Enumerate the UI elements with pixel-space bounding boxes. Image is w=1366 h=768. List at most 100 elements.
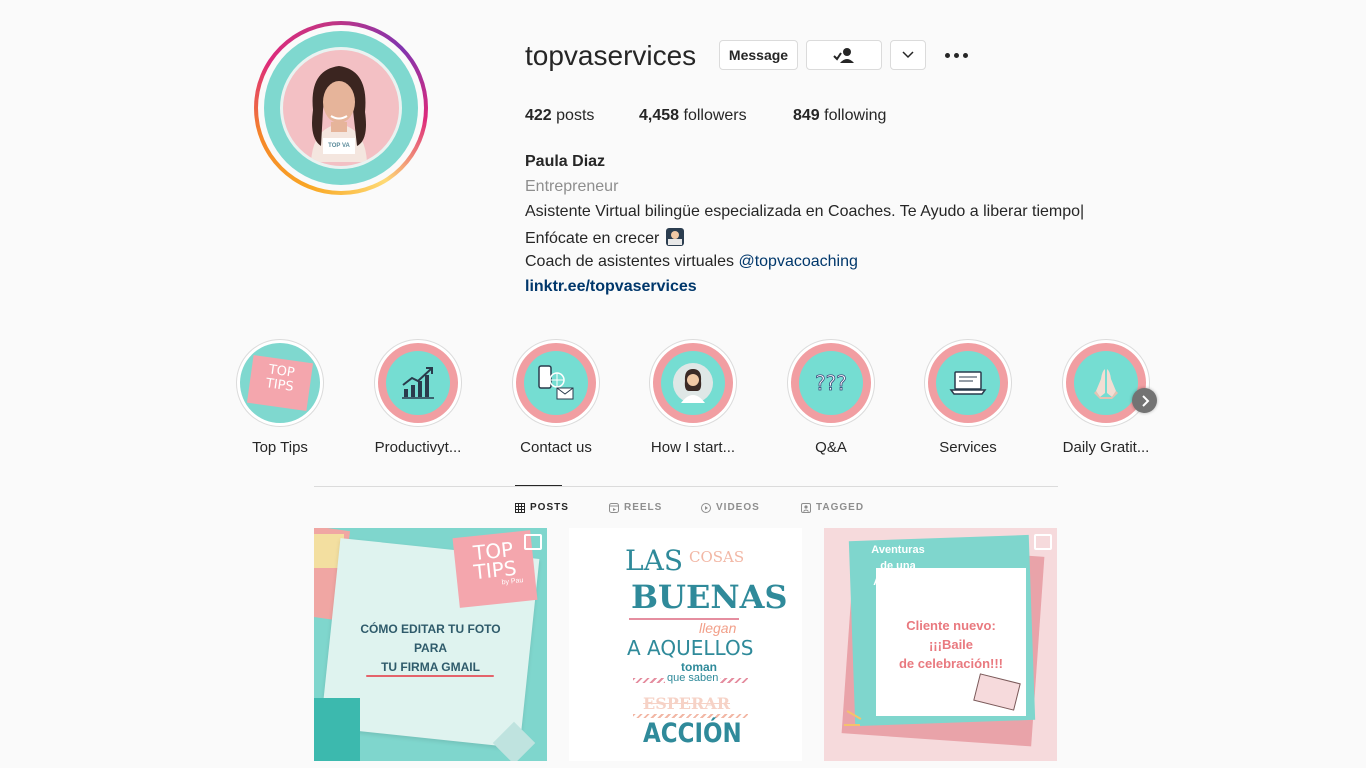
highlight-label: Top Tips: [252, 439, 308, 456]
profile-full-name: Paula Diaz: [525, 153, 606, 170]
post-body-text: Cliente nuevo: ¡¡¡Baile de celebración!!…: [876, 616, 1026, 673]
highlight-ring: [649, 339, 737, 427]
tabs-divider: [314, 486, 1058, 487]
tab-reels[interactable]: REELS: [609, 502, 662, 513]
tab-label: POSTS: [530, 502, 569, 513]
underline-decor: [366, 675, 494, 677]
active-tab-indicator: [515, 485, 562, 486]
following-button[interactable]: [806, 40, 882, 70]
suggested-dropdown-button[interactable]: [890, 40, 926, 70]
tab-tagged[interactable]: TAGGED: [801, 502, 864, 513]
bio-line-2: Enfócate en crecer: [525, 228, 684, 248]
chevron-right-icon: [1141, 394, 1149, 407]
highlight-top-tips[interactable]: TOP TIPS Top Tips: [235, 339, 325, 456]
posts-count-stat: 422 posts: [525, 107, 594, 125]
highlight-ring: [924, 339, 1012, 427]
quote-word: llegan: [699, 620, 737, 636]
chart-growth-icon: [402, 367, 434, 399]
followers-count: 4,458: [639, 107, 680, 124]
tab-label: REELS: [624, 502, 663, 513]
carousel-indicator-icon: [524, 534, 542, 550]
user-check-icon: [833, 48, 854, 63]
post-title: Aventuras de una Asistente Virtual: [858, 542, 938, 606]
highlights-next-button[interactable]: [1132, 388, 1157, 413]
highlight-label: Daily Gratit...: [1062, 439, 1150, 456]
quote-word: COSAS: [689, 548, 745, 566]
highlight-label: Productivyt...: [374, 439, 462, 456]
highlight-label: Services: [939, 439, 997, 456]
reels-icon: [609, 502, 619, 513]
tab-posts[interactable]: POSTS: [515, 502, 569, 513]
person-at-computer-emoji-icon: [665, 228, 684, 246]
tab-label: TAGGED: [816, 502, 865, 513]
person-icon: [673, 363, 713, 403]
bio-mention-link[interactable]: @topvacoaching: [738, 253, 857, 270]
caption-line: PARA: [413, 641, 448, 655]
question-marks-icon: ???: [815, 371, 848, 396]
highlight-ring: [512, 339, 600, 427]
highlight-qa[interactable]: ??? Q&A: [786, 339, 876, 456]
highlight-ring: TOP TIPS: [236, 339, 324, 427]
message-button[interactable]: Message: [719, 40, 798, 70]
video-play-icon: [701, 502, 711, 513]
highlight-services[interactable]: Services: [923, 339, 1013, 456]
bio-line-3: Coach de asistentes virtuales @topvacoac…: [525, 253, 858, 271]
followers-label: followers: [683, 107, 747, 124]
followers-stat[interactable]: 4,458 followers: [639, 107, 747, 125]
body-line: ¡¡¡Baile: [928, 637, 974, 652]
sparkle-decor: [844, 724, 860, 726]
top-tips-card-icon: TOP TIPS: [240, 343, 320, 423]
bio-line-3-text: Coach de asistentes virtuales: [525, 253, 739, 270]
profile-external-link[interactable]: linktr.ee/topvaservices: [525, 278, 697, 296]
quote-word: ACCIÓN: [643, 718, 742, 749]
highlight-how-i-started[interactable]: How I start...: [648, 339, 738, 456]
tab-label: VIDEOS: [716, 502, 760, 513]
title-line: de una: [880, 560, 916, 572]
post-thumbnail[interactable]: LAS COSAS BUENAS llegan A AQUELLOS toman…: [569, 528, 802, 761]
tagged-person-icon: [801, 502, 811, 513]
grid-icon: [515, 502, 525, 513]
highlight-contact-us[interactable]: Contact us: [511, 339, 601, 456]
posts-count: 422: [525, 107, 552, 124]
quote-word: A AQUELLOS: [627, 636, 754, 660]
chevron-down-icon: [902, 51, 914, 59]
decor-shape: [314, 698, 360, 761]
avatar-image: TOP VA: [264, 31, 418, 185]
quote-word: ESPERAR: [643, 694, 730, 713]
bio-line-1: Asistente Virtual bilingüe especializada…: [525, 203, 1085, 220]
profile-category: Entrepreneur: [525, 178, 619, 195]
profile-avatar[interactable]: TOP VA: [254, 21, 428, 195]
carousel-indicator-icon: [1034, 534, 1052, 550]
highlight-productivity[interactable]: Productivyt...: [373, 339, 463, 456]
highlight-ring: [1062, 339, 1150, 427]
bio-line-2-text: Enfócate en crecer: [525, 230, 660, 247]
post-thumbnail[interactable]: TOP TIPS by Pau CÓMO EDITAR TU FOTO PARA…: [314, 528, 547, 761]
post-thumbnail[interactable]: Aventuras de una Asistente Virtual Clien…: [824, 528, 1057, 761]
avatar-logo-badge: TOP VA: [323, 138, 355, 154]
following-label: following: [824, 107, 887, 124]
more-dot-icon: [962, 52, 968, 58]
body-line: Cliente nuevo:: [906, 618, 996, 633]
title-line: Asistente: [873, 576, 923, 588]
quote-word: LAS: [625, 544, 683, 577]
quote-word: que saben: [665, 672, 721, 684]
highlight-label: Contact us: [520, 439, 592, 456]
more-options-button[interactable]: [940, 44, 972, 66]
profile-username: topvaservices: [525, 40, 697, 71]
body-line: de celebración!!!: [898, 656, 1004, 671]
caption-line: CÓMO EDITAR TU FOTO: [360, 622, 501, 636]
title-line: Virtual: [880, 592, 916, 604]
following-count: 849: [793, 107, 820, 124]
praying-hands-icon: [1094, 369, 1118, 399]
highlight-ring: ???: [787, 339, 875, 427]
svg-text:???: ???: [815, 371, 847, 395]
more-dot-icon: [944, 52, 950, 58]
avatar-photo: TOP VA: [280, 47, 402, 169]
quote-word: BUENAS: [631, 578, 788, 616]
laptop-icon: [949, 371, 987, 395]
post-caption-text: CÓMO EDITAR TU FOTO PARA TU FIRMA GMAIL: [314, 620, 547, 677]
following-stat[interactable]: 849 following: [793, 107, 886, 125]
title-line: Aventuras: [871, 544, 925, 556]
tab-videos[interactable]: VIDEOS: [701, 502, 760, 513]
highlight-label: How I start...: [650, 439, 736, 456]
